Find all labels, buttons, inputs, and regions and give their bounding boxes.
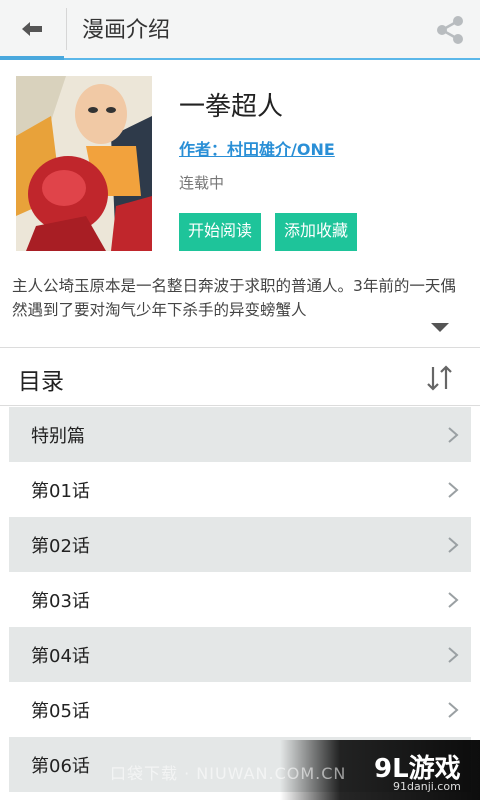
sort-button[interactable] [425,364,455,392]
chapter-label: 第04话 [31,645,90,667]
chapter-label: 特别篇 [31,425,85,447]
author-link[interactable]: 作者：村田雄介/ONE [179,136,335,160]
back-arrow-icon [22,22,42,36]
serialization-status: 连载中 [179,174,225,192]
comic-description: 主人公埼玉原本是一名整日奔波于求职的普通人。3年前的一天偶然遇到了要对淘气少年下… [12,277,456,319]
chapter-row[interactable]: 第01话 [9,462,471,517]
section-divider [0,347,480,348]
watermark-url: 91danji.com [393,780,461,793]
cover-illustration [16,76,152,251]
chapter-label: 第06话 [31,755,90,777]
chapter-list: 特别篇 第01话 第02话 第03话 第04话 第05话 第06话 [9,407,471,792]
expand-arrow-icon[interactable] [431,323,449,332]
sort-icon [427,365,452,391]
comic-cover[interactable] [16,76,152,251]
toc-heading: 目录 [18,369,64,395]
toc-divider [0,405,480,406]
chapter-row[interactable]: 第04话 [9,627,471,682]
share-icon [437,16,463,44]
add-favorite-button[interactable]: 添加收藏 [275,213,357,251]
chevron-right-icon [448,591,459,608]
chapter-label: 第05话 [31,700,90,722]
top-bar: 漫画介绍 [0,0,480,60]
share-button[interactable] [432,12,468,48]
chevron-right-icon [448,481,459,498]
chevron-right-icon [448,536,459,553]
chapter-row[interactable]: 第02话 [9,517,471,572]
chapter-row[interactable]: 特别篇 [9,407,471,462]
back-highlight [0,56,64,60]
chapter-row[interactable]: 第03话 [9,572,471,627]
chevron-right-icon [448,646,459,663]
watermark-text: 口袋下载 · NIUWAN.COM.CN [110,764,347,783]
chevron-right-icon [448,426,459,443]
start-reading-button[interactable]: 开始阅读 [179,213,261,251]
page-title: 漫画介绍 [82,18,171,43]
header-divider [66,8,67,50]
chapter-label: 第02话 [31,535,90,557]
chapter-label: 第03话 [31,590,90,612]
chevron-right-icon [448,701,459,718]
comic-title: 一拳超人 [179,92,284,122]
chapter-label: 第01话 [31,480,90,502]
back-button[interactable] [0,0,64,60]
chapter-row[interactable]: 第05话 [9,682,471,737]
